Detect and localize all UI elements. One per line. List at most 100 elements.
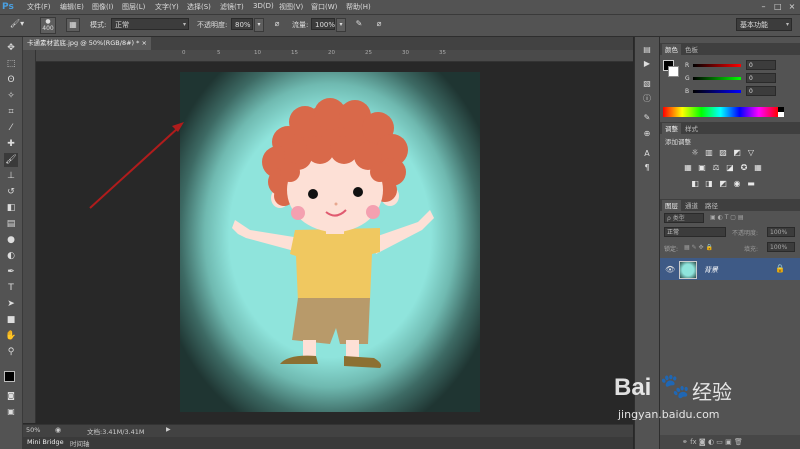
flow-input[interactable]: 100% [311,18,335,30]
tab-adjustments[interactable]: 调整 [662,123,681,134]
healing-brush-tool-icon[interactable]: ✚ [4,137,18,151]
exposure-adjust-icon[interactable]: ◩ [732,148,742,157]
screen-mode-icon[interactable]: ▣ [4,405,18,419]
selective-color-adjust-icon[interactable]: ◉ [732,179,742,188]
tab-swatches[interactable]: 色板 [682,44,701,54]
tab-mini-bridge[interactable]: Mini Bridge [27,438,64,446]
actions-panel-icon[interactable]: ▶ [640,59,654,71]
flow-dropdown-icon[interactable]: ▾ [336,18,346,32]
color-balance-adjust-icon[interactable]: ⚖ [711,163,721,172]
blend-mode-select[interactable]: 正常 [664,227,726,237]
fill-input[interactable]: 100% [767,242,795,252]
spectrum-white-chip[interactable] [778,112,784,117]
color-spectrum[interactable] [663,107,778,117]
vibrance-adjust-icon[interactable]: ▦ [683,163,693,172]
crop-tool-icon[interactable]: ⌗ [4,105,18,119]
status-arrow-icon[interactable]: ▶ [166,426,171,433]
brush-tool-icon[interactable]: 🖌 [4,153,18,167]
channel-g-slider[interactable] [693,77,741,80]
gradient-map-adjust-icon[interactable]: ▬ [746,179,756,188]
menu-view[interactable]: 视图(V) [279,2,303,12]
history-brush-tool-icon[interactable]: ↺ [4,185,18,199]
posterize-adjust-icon[interactable]: ◨ [704,179,714,188]
workspace-select[interactable]: 基本功能 ▾ [736,18,792,31]
type-tool-icon[interactable]: T [4,281,18,295]
blur-tool-icon[interactable]: ● [4,233,18,247]
menu-help[interactable]: 帮助(H) [346,2,371,12]
info-panel-icon[interactable]: ⓘ [640,93,654,105]
brightness-adjust-icon[interactable]: ☼ [690,148,700,157]
layer-filter-icons[interactable]: ▣ ◐ T ▢ ▤ [710,214,744,221]
visibility-eye-icon[interactable]: 👁 [665,265,675,274]
canvas-workspace[interactable] [36,62,633,423]
curves-adjust-icon[interactable]: ▨ [718,148,728,157]
tab-timeline[interactable]: 时间轴 [70,438,90,448]
brush-presets-icon[interactable]: ✎ [640,113,654,125]
zoom-tool-icon[interactable]: ⚲ [4,345,18,359]
eraser-tool-icon[interactable]: ◧ [4,201,18,215]
layer-row-background[interactable]: 👁 背景 🔒 [660,258,800,280]
menu-filter[interactable]: 滤镜(T) [220,2,244,12]
black-white-adjust-icon[interactable]: ◪ [725,163,735,172]
levels-adjust-icon[interactable]: ▥ [704,148,714,157]
menu-file[interactable]: 文件(F) [27,2,51,12]
menu-layer[interactable]: 图层(L) [122,2,145,12]
airbrush-icon[interactable]: ✎ [352,18,366,32]
hand-tool-icon[interactable]: ✋ [4,329,18,343]
pressure-opacity-icon[interactable]: ⌀ [270,18,284,32]
pressure-size-icon[interactable]: ⌀ [372,18,386,32]
channel-r-slider[interactable] [693,64,741,67]
mode-select[interactable]: 正常 ▾ [111,18,189,30]
history-panel-icon[interactable]: ▤ [640,45,654,57]
menu-select[interactable]: 选择(S) [187,2,211,12]
gradient-tool-icon[interactable]: ▤ [4,217,18,231]
lasso-tool-icon[interactable]: ʘ [4,73,18,87]
channel-g-input[interactable]: 0 [746,73,776,83]
menu-image[interactable]: 图像(I) [92,2,114,12]
brush-panel-toggle-icon[interactable]: ▦ [66,18,80,32]
layer-footer-icons[interactable]: ⚭ fx ◙ ◐ ▭ ▣ 🗑 [682,438,743,446]
pen-tool-icon[interactable]: ✒ [4,265,18,279]
zoom-level[interactable]: 50% [26,426,40,434]
opacity-input[interactable]: 80% [231,18,253,30]
restore-icon[interactable]: □ [772,1,784,12]
tab-layers[interactable]: 图层 [662,200,681,211]
marquee-tool-icon[interactable]: ⬚ [4,57,18,71]
swatches-panel-icon[interactable]: ▧ [640,79,654,91]
clone-source-icon[interactable]: ⊕ [640,129,654,141]
status-menu-icon[interactable]: ◉ [55,426,61,434]
channel-mixer-adjust-icon[interactable]: ▦ [753,163,763,172]
layer-filter-select[interactable]: ρ 类型 [664,213,704,223]
menu-window[interactable]: 窗口(W) [311,2,337,12]
channel-r-input[interactable]: 0 [746,60,776,70]
hue-saturation-adjust-icon[interactable]: ▣ [697,163,707,172]
document-tab[interactable]: 卡通素材蓝底.jpg @ 50%(RGB/8#) * × [23,37,151,50]
paragraph-panel-icon[interactable]: ¶ [640,163,654,175]
tab-color[interactable]: 颜色 [662,44,681,55]
foreground-color-swatch[interactable] [4,371,15,382]
rectangle-tool-icon[interactable]: ■ [4,313,18,327]
path-selection-tool-icon[interactable]: ➤ [4,297,18,311]
gradient-adjust-icon[interactable]: ▽ [746,148,756,157]
tab-styles[interactable]: 样式 [682,123,701,133]
brush-tool-preset-icon[interactable]: 🖌▾ [4,18,30,32]
photo-filter-adjust-icon[interactable]: ✪ [739,163,749,172]
invert-adjust-icon[interactable]: ◧ [690,179,700,188]
menu-type[interactable]: 文字(Y) [155,2,179,12]
tab-paths[interactable]: 路径 [702,200,721,210]
channel-b-slider[interactable] [693,90,741,93]
threshold-adjust-icon[interactable]: ◩ [718,179,728,188]
channel-b-input[interactable]: 0 [746,86,776,96]
clone-stamp-tool-icon[interactable]: ⊥ [4,169,18,183]
close-window-icon[interactable]: × [786,1,798,12]
eyedropper-tool-icon[interactable]: ⁄ [4,121,18,135]
brush-size-picker[interactable]: ● 400 [40,17,56,34]
tab-channels[interactable]: 通道 [682,200,701,210]
menu-edit[interactable]: 编辑(E) [60,2,84,12]
move-tool-icon[interactable]: ✥ [4,41,18,55]
layer-opacity-input[interactable]: 100% [767,227,795,237]
background-color-chip[interactable] [668,66,679,77]
minimize-icon[interactable]: – [758,1,770,12]
layer-name[interactable]: 背景 [704,265,718,275]
dodge-tool-icon[interactable]: ◐ [4,249,18,263]
